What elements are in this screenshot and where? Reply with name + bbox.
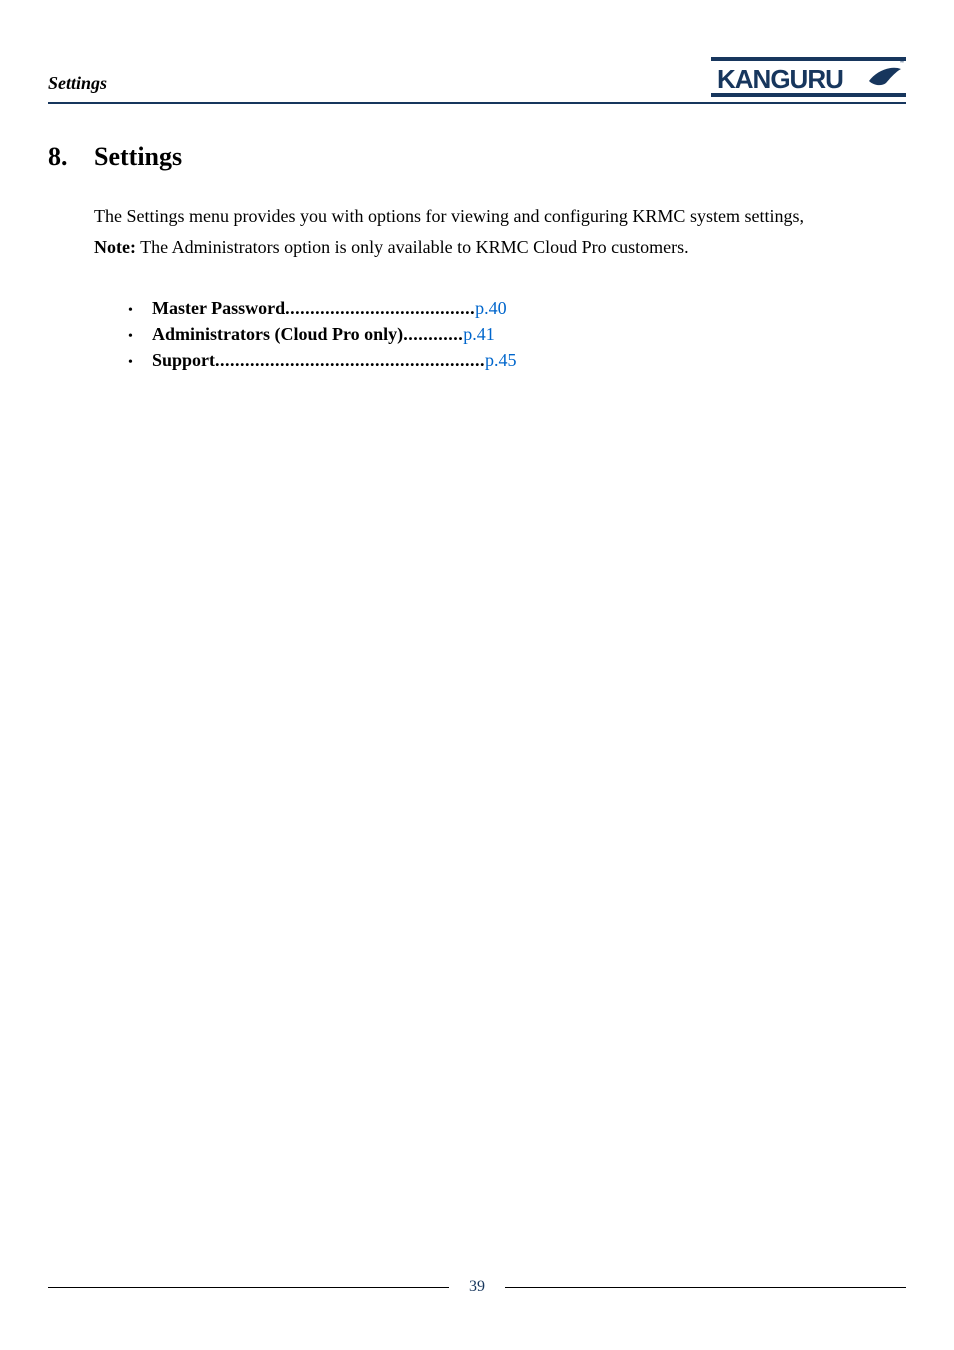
toc-item: • Master Password ......................… [128, 296, 906, 321]
page-container: Settings KANGURU ™ 8. Settings The Setti… [0, 0, 954, 1350]
bullet-icon: • [128, 328, 152, 347]
page-header: Settings KANGURU ™ [48, 52, 906, 100]
bullet-icon: • [128, 354, 152, 373]
note-text: The Administrators option is only availa… [136, 237, 689, 257]
toc-label: Support [152, 348, 215, 372]
toc-page-link[interactable]: p.45 [485, 348, 517, 372]
toc-item: • Administrators (Cloud Pro only) ......… [128, 322, 906, 347]
toc-leader-dots: ........................................… [215, 348, 485, 372]
section-number: 8. [48, 142, 94, 172]
toc-page-link[interactable]: p.41 [463, 322, 495, 346]
main-content: 8. Settings The Settings menu provides y… [48, 104, 906, 373]
footer-line-right [505, 1287, 906, 1288]
body-paragraph: The Settings menu provides you with opti… [48, 204, 906, 229]
bullet-icon: • [128, 302, 152, 321]
kanguru-logo: KANGURU ™ [711, 57, 906, 100]
footer-line-left [48, 1287, 449, 1288]
toc-label: Administrators (Cloud Pro only) [152, 322, 403, 346]
logo-text: KANGURU [717, 64, 843, 94]
note-label: Note: [94, 237, 136, 257]
section-heading: 8. Settings [48, 142, 906, 172]
toc-list: • Master Password ......................… [48, 296, 906, 373]
running-header-title: Settings [48, 73, 107, 100]
page-number: 39 [465, 1278, 489, 1296]
toc-leader-dots: ...................................... [285, 296, 475, 320]
note-line: Note: The Administrators option is only … [48, 235, 906, 260]
toc-item: • Support ..............................… [128, 348, 906, 373]
toc-leader-dots: ............ [403, 322, 463, 346]
toc-label: Master Password [152, 296, 285, 320]
page-footer: 39 [48, 1278, 906, 1296]
svg-text:™: ™ [899, 60, 904, 66]
section-title: Settings [94, 142, 906, 172]
toc-page-link[interactable]: p.40 [475, 296, 507, 320]
